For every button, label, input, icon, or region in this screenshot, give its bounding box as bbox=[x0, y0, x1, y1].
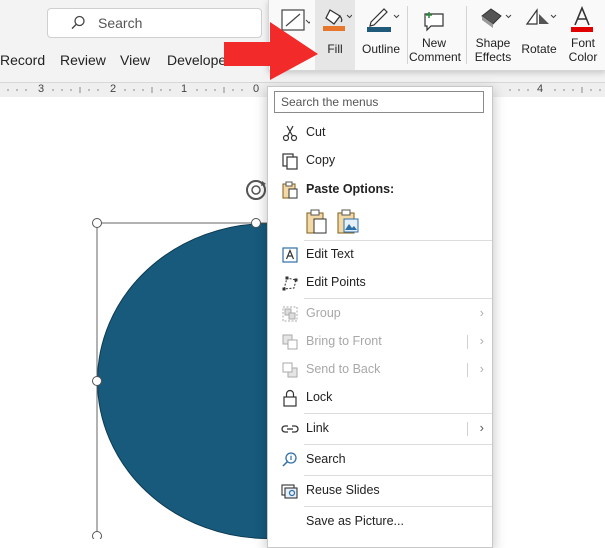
menu-search-input[interactable]: Search the menus bbox=[274, 91, 484, 113]
menu-item-cut[interactable]: Cut bbox=[268, 120, 492, 146]
rotate-icon bbox=[525, 8, 557, 25]
edit-text-icon bbox=[282, 247, 298, 263]
menu-item-label: Copy bbox=[306, 153, 336, 167]
red-pointer-arrow-icon bbox=[224, 22, 318, 80]
menu-item-label: Search bbox=[306, 452, 346, 466]
chevron-right-icon[interactable]: › bbox=[480, 420, 484, 435]
split-divider bbox=[467, 422, 468, 436]
resize-handle-top[interactable] bbox=[251, 218, 261, 228]
menu-item-label: Bring to Front bbox=[306, 334, 382, 348]
menu-item-reuse-slides[interactable]: Reuse Slides bbox=[268, 478, 492, 504]
new-comment-button[interactable]: New Comment bbox=[409, 0, 462, 70]
menu-item-edit-points[interactable]: Edit Points bbox=[268, 270, 492, 296]
menu-separator bbox=[304, 298, 492, 299]
lock-icon bbox=[283, 389, 297, 407]
paste-keep-formatting-icon[interactable] bbox=[305, 209, 331, 235]
paint-bucket-icon bbox=[323, 9, 352, 31]
fill-color-swatch bbox=[323, 26, 345, 31]
font-color-label-line1: Font bbox=[570, 36, 595, 50]
menu-item-label: Group bbox=[306, 306, 341, 320]
menu-item-label: Reuse Slides bbox=[306, 483, 380, 497]
menu-item-label: Lock bbox=[306, 390, 333, 404]
menu-separator bbox=[304, 413, 492, 414]
smart-lookup-icon bbox=[282, 452, 297, 467]
toolbar-divider bbox=[466, 6, 467, 64]
new-comment-icon bbox=[424, 12, 444, 32]
outline-pen-icon bbox=[367, 8, 400, 32]
shape-effects-label-line1: Shape bbox=[475, 36, 511, 50]
font-color-swatch bbox=[571, 27, 593, 32]
bring-to-front-icon bbox=[282, 334, 298, 350]
resize-handle-top-left[interactable] bbox=[92, 218, 102, 228]
shape-effects-icon bbox=[481, 8, 512, 28]
new-comment-label-line2: Comment bbox=[409, 50, 462, 64]
clipboard-icon bbox=[282, 181, 298, 199]
menu-item-send-to-back[interactable]: Send to Back › bbox=[268, 357, 492, 383]
outline-color-swatch bbox=[367, 27, 391, 32]
paste-as-picture-icon[interactable] bbox=[336, 209, 362, 235]
font-color-icon bbox=[571, 6, 593, 32]
group-icon bbox=[282, 306, 298, 322]
menu-item-search[interactable]: Search bbox=[268, 447, 492, 473]
outline-label: Outline bbox=[361, 42, 401, 56]
send-to-back-icon bbox=[282, 362, 298, 378]
menu-item-label: Edit Points bbox=[306, 275, 366, 289]
menu-item-paste-options: Paste Options: bbox=[268, 177, 492, 203]
outline-button[interactable]: Outline bbox=[357, 0, 405, 70]
edit-points-icon bbox=[282, 276, 298, 291]
link-icon bbox=[281, 425, 299, 433]
resize-handle-left[interactable] bbox=[92, 376, 102, 386]
menu-separator bbox=[304, 240, 492, 241]
menu-item-label: Send to Back bbox=[306, 362, 381, 376]
copy-icon bbox=[282, 153, 298, 170]
shape-effects-button[interactable]: Shape Effects bbox=[469, 0, 517, 70]
resize-handle-bottom-left[interactable] bbox=[92, 531, 102, 540]
chevron-right-icon[interactable]: › bbox=[480, 333, 484, 348]
context-menu: Search the menus Cut Copy Paste Options: bbox=[267, 86, 493, 548]
menu-separator bbox=[304, 506, 492, 507]
menu-item-lock[interactable]: Lock bbox=[268, 385, 492, 411]
rotate-handle-icon[interactable] bbox=[246, 180, 266, 200]
menu-item-label: Cut bbox=[306, 125, 326, 139]
chevron-right-icon[interactable]: › bbox=[480, 361, 484, 376]
menu-item-label: Paste Options: bbox=[306, 182, 395, 196]
half-circle-shape[interactable] bbox=[97, 222, 269, 539]
menu-item-label: Link bbox=[306, 421, 329, 435]
menu-separator bbox=[304, 475, 492, 476]
rotate-button[interactable]: Rotate bbox=[517, 0, 561, 70]
shape-effects-label-line2: Effects bbox=[474, 50, 512, 64]
menu-item-save-as-picture[interactable]: Save as Picture... bbox=[268, 509, 492, 535]
menu-item-copy[interactable]: Copy bbox=[268, 148, 492, 174]
rotate-label: Rotate bbox=[521, 42, 557, 56]
menu-item-link[interactable]: Link › bbox=[268, 416, 492, 442]
menu-item-edit-text[interactable]: Edit Text bbox=[268, 242, 492, 268]
scissors-icon bbox=[282, 125, 298, 142]
menu-item-bring-to-front[interactable]: Bring to Front › bbox=[268, 329, 492, 355]
chevron-right-icon: › bbox=[479, 305, 484, 320]
menu-item-label: Save as Picture... bbox=[306, 514, 404, 528]
menu-item-group[interactable]: Group › bbox=[268, 301, 492, 327]
new-comment-label-line1: New bbox=[421, 36, 446, 50]
split-divider bbox=[467, 335, 468, 349]
font-color-button[interactable]: Font Color bbox=[561, 0, 605, 70]
menu-item-label: Edit Text bbox=[306, 247, 354, 261]
menu-separator bbox=[304, 444, 492, 445]
toolbar-divider bbox=[407, 6, 408, 64]
split-divider bbox=[467, 363, 468, 377]
font-color-label-line2: Color bbox=[568, 50, 598, 64]
reuse-slides-icon bbox=[281, 484, 298, 499]
